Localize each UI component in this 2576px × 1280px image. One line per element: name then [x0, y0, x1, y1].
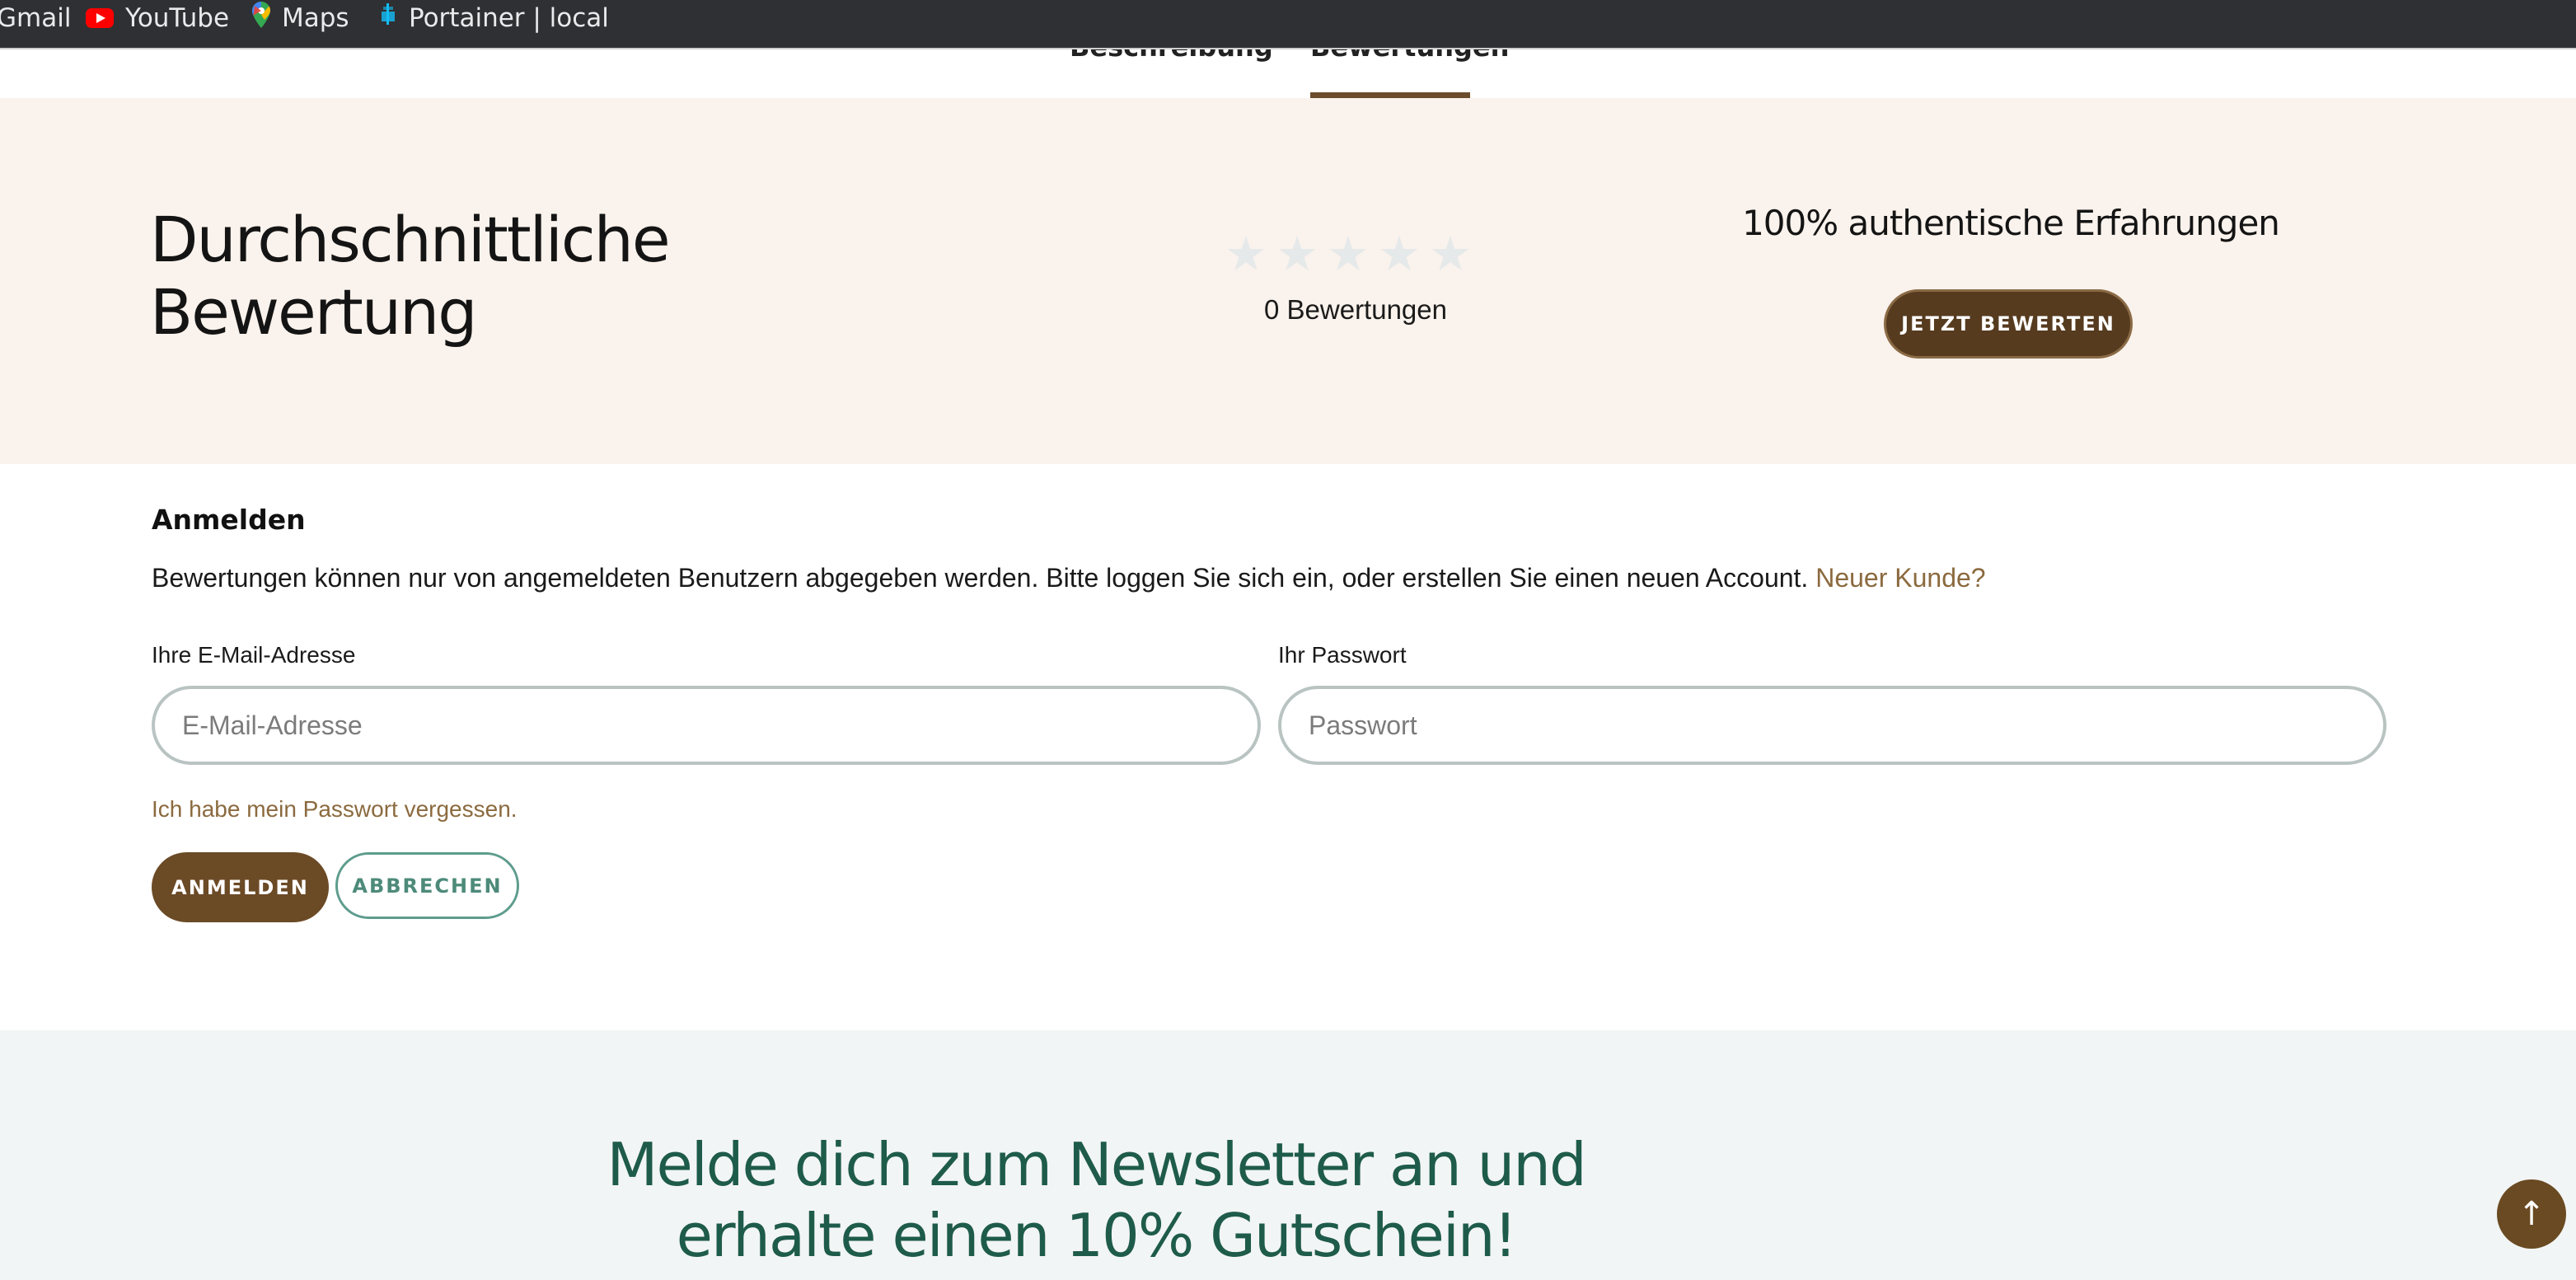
star-icon: ★ [1276, 227, 1318, 281]
login-heading: Anmelden [152, 504, 306, 536]
cancel-button[interactable]: ABBRECHEN [335, 852, 519, 919]
star-icon: ★ [1327, 227, 1370, 281]
scroll-to-top-button[interactable]: ↑ [2497, 1179, 2566, 1249]
rate-now-button[interactable]: JETZT BEWERTEN [1884, 289, 2133, 359]
portainer-icon [379, 2, 397, 35]
forgot-password-link[interactable]: Ich habe mein Passwort vergessen. [152, 796, 518, 823]
login-info-message: Bewertungen können nur von angemeldeten … [152, 563, 1809, 593]
bookmark-maps[interactable]: Maps [252, 0, 349, 36]
average-rating-title: Durchschnittliche Bewertung [150, 203, 671, 349]
password-label: Ihr Passwort [1278, 642, 1407, 668]
review-count: 0 Bewertungen [1264, 294, 1447, 325]
bookmark-label: YouTube [125, 3, 230, 33]
email-label: Ihre E-Mail-Adresse [152, 642, 356, 668]
email-placeholder: E-Mail-Adresse [182, 710, 363, 740]
bookmark-label: Gmail [0, 3, 72, 33]
active-tab-indicator [1310, 92, 1470, 98]
bookmark-gmail[interactable]: Gmail [0, 0, 71, 36]
tab-beschreibung[interactable]: Beschreibung [1070, 49, 1273, 63]
bookmark-label: Maps [282, 3, 349, 33]
bookmarks-bar: Gmail YouTube Maps Portainer | local [0, 0, 2576, 48]
star-icon: ★ [1429, 227, 1472, 281]
login-button[interactable]: ANMELDEN [152, 852, 329, 922]
password-placeholder: Passwort [1309, 710, 1417, 740]
new-customer-link[interactable]: Neuer Kunde? [1815, 563, 1985, 593]
login-info-text: Bewertungen können nur von angemeldeten … [152, 563, 1986, 593]
star-rating: ★ ★ ★ ★ ★ [1225, 231, 1472, 279]
newsletter-title: Melde dich zum Newsletter an und erhalte… [607, 1130, 1586, 1270]
tab-bewertungen[interactable]: Bewertungen [1310, 49, 1509, 63]
star-icon: ★ [1225, 227, 1267, 281]
password-field[interactable]: Passwort [1278, 686, 2386, 765]
product-tabs: Beschreibung Bewertungen [0, 49, 2576, 98]
bookmark-portainer[interactable]: Portainer | local [379, 0, 609, 36]
bookmark-youtube[interactable]: YouTube [86, 0, 229, 36]
maps-pin-icon [252, 2, 270, 35]
arrow-up-icon: ↑ [2517, 1195, 2546, 1233]
email-field[interactable]: E-Mail-Adresse [152, 686, 1261, 765]
youtube-icon [86, 8, 114, 28]
bookmark-label: Portainer | local [409, 3, 609, 33]
authentic-experiences-text: 100% authentische Erfahrungen [1742, 203, 2280, 243]
star-icon: ★ [1378, 227, 1421, 281]
